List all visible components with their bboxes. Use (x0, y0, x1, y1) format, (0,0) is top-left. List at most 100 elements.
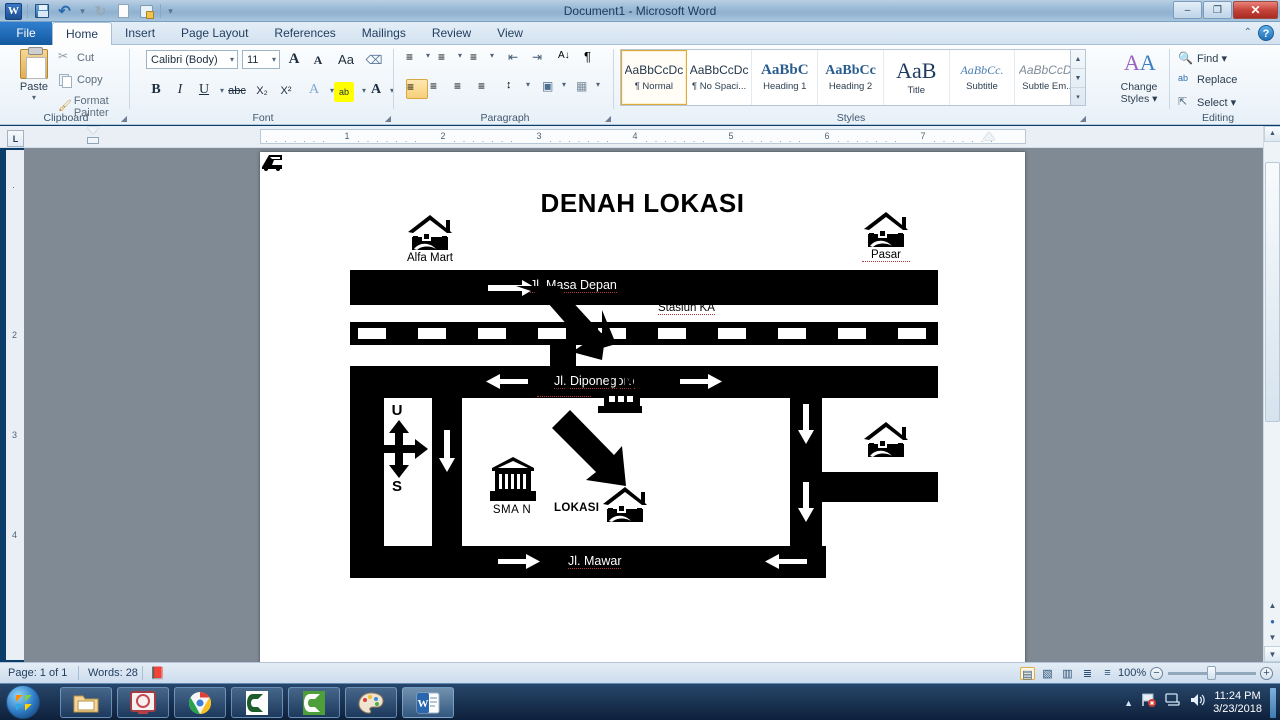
zoom-slider-knob[interactable] (1207, 666, 1216, 680)
zoom-out-button[interactable]: − (1150, 667, 1163, 680)
numbering-button[interactable]: ≡ (438, 50, 460, 70)
scroll-up-button[interactable]: ▲ (1264, 126, 1280, 142)
taskbar-google-chrome[interactable] (174, 687, 226, 718)
cut-button[interactable]: Cut (58, 49, 94, 65)
styles-dialog-launcher[interactable]: ◢ (1080, 114, 1086, 123)
select-browse-object-button[interactable]: ● (1264, 614, 1280, 630)
paste-button[interactable]: Paste ▾ (12, 47, 56, 102)
show-desktop-button[interactable] (1270, 687, 1276, 718)
italic-button[interactable]: I (170, 80, 190, 100)
clock[interactable]: 11:24 PM 3/23/2018 (1213, 690, 1262, 716)
proofing-errors-icon[interactable]: 📕 (150, 666, 165, 681)
clipboard-dialog-launcher[interactable]: ◢ (121, 114, 127, 123)
show-hidden-icons-button[interactable]: ▲ (1124, 698, 1133, 708)
draft-view-button[interactable]: ≡ (1100, 667, 1115, 680)
tab-mailings[interactable]: Mailings (349, 22, 419, 45)
line-spacing-dropdown-icon[interactable]: ▾ (526, 80, 535, 100)
help-icon[interactable]: ? (1258, 25, 1274, 41)
decrease-indent-button[interactable]: ⇤ (508, 50, 530, 70)
page-count-status[interactable]: Page: 1 of 1 (8, 666, 67, 681)
superscript-button[interactable]: X² (276, 81, 296, 101)
next-page-button[interactable]: ▼ (1264, 630, 1280, 646)
scroll-nav-buttons[interactable]: ▲ ● ▼ ▼ (1264, 598, 1280, 662)
styles-scroll-up-icon[interactable]: ▲ (1071, 50, 1085, 69)
document-page[interactable]: DENAH LOKASI Alfa Mart Pasar Jl. Masa De… (260, 152, 1025, 662)
copy-button[interactable]: Copy (58, 73, 103, 88)
horizontal-ruler[interactable]: 1 2 3 4 5 6 7 · · · · · · · · · · · · · … (0, 126, 1280, 148)
web-layout-view-button[interactable]: ▥ (1060, 667, 1075, 680)
taskbar-windows-explorer[interactable] (60, 687, 112, 718)
line-spacing-button[interactable]: ↕ (506, 79, 528, 99)
outline-view-button[interactable]: ≣ (1080, 667, 1095, 680)
justify-button[interactable]: ≡ (478, 79, 500, 99)
restore-button[interactable]: ❐ (1203, 1, 1232, 19)
style-heading-1[interactable]: AaBbC Heading 1 (752, 50, 819, 105)
taskbar-corel-app-1[interactable] (231, 687, 283, 718)
tab-page-layout[interactable]: Page Layout (168, 22, 261, 45)
font-size-input[interactable]: 11 ▾ (242, 50, 280, 69)
action-center-flag-icon[interactable] (1141, 692, 1157, 713)
full-screen-reading-view-button[interactable]: ▧ (1040, 667, 1055, 680)
select-button[interactable]: ⇱ Select ▾ (1178, 95, 1236, 109)
network-icon[interactable] (1165, 692, 1181, 713)
bold-button[interactable]: B (146, 80, 166, 100)
change-styles-button[interactable]: Change Styles ▾ (1108, 81, 1170, 105)
bullets-dropdown-icon[interactable]: ▾ (426, 51, 435, 71)
shading-dropdown-icon[interactable]: ▾ (562, 80, 571, 100)
taskbar-corel-app-2[interactable] (288, 687, 340, 718)
replace-button[interactable]: ab Replace (1178, 73, 1237, 87)
subscript-button[interactable]: X₂ (252, 81, 272, 101)
style-normal[interactable]: AaBbCcDc ¶ Normal (621, 50, 687, 105)
find-button[interactable]: 🔍 Find ▾ (1178, 51, 1227, 65)
borders-dropdown-icon[interactable]: ▾ (596, 80, 605, 100)
word-count-status[interactable]: Words: 28 (88, 666, 138, 681)
indent-markers[interactable] (84, 126, 99, 147)
shading-button[interactable]: ▣ (542, 79, 564, 99)
zoom-in-button[interactable]: + (1260, 667, 1273, 680)
show-formatting-marks-button[interactable]: ¶ (584, 49, 606, 69)
style-no-spacing[interactable]: AaBbCcDc ¶ No Spaci... (687, 50, 753, 105)
font-name-input[interactable]: Calibri (Body) ▾ (146, 50, 238, 69)
shrink-font-button[interactable]: A (308, 50, 328, 70)
strikethrough-button[interactable]: abc (227, 81, 247, 101)
taskbar-media-app[interactable] (117, 687, 169, 718)
taskbar-microsoft-word[interactable]: W (402, 687, 454, 718)
scroll-thumb[interactable] (1265, 162, 1280, 422)
volume-icon[interactable] (1189, 692, 1205, 713)
borders-button[interactable]: ▦ (576, 79, 598, 99)
ruler-track[interactable]: 1 2 3 4 5 6 7 · · · · · · · · · · · · · … (260, 129, 1026, 146)
tab-references[interactable]: References (261, 22, 348, 45)
styles-more-icon[interactable]: ▾ (1071, 88, 1085, 107)
numbering-dropdown-icon[interactable]: ▾ (458, 51, 467, 71)
text-highlight-button[interactable]: ab (334, 82, 354, 102)
increase-indent-button[interactable]: ⇥ (532, 50, 554, 70)
scroll-down-button[interactable]: ▼ (1264, 646, 1280, 662)
zoom-level-label[interactable]: 100% (1118, 666, 1146, 681)
grow-font-button[interactable]: A (284, 49, 304, 69)
chevron-down-icon[interactable]: ▾ (230, 51, 234, 69)
sort-button[interactable]: A↓ (558, 50, 580, 70)
align-left-button[interactable]: ≡ (406, 79, 428, 99)
style-subtitle[interactable]: AaBbCc. Subtitle (950, 50, 1016, 105)
document-canvas[interactable]: DENAH LOKASI Alfa Mart Pasar Jl. Masa De… (24, 148, 1264, 662)
close-button[interactable]: ✕ (1233, 1, 1278, 19)
bullets-button[interactable]: ≡ (406, 50, 428, 70)
multilevel-dropdown-icon[interactable]: ▾ (490, 51, 499, 71)
paragraph-dialog-launcher[interactable]: ◢ (605, 114, 611, 123)
style-heading-2[interactable]: AaBbCc Heading 2 (818, 50, 884, 105)
print-layout-view-button[interactable]: ▤ (1020, 667, 1035, 681)
clear-formatting-button[interactable]: ⌫ (364, 50, 384, 70)
text-effects-button[interactable]: A (304, 80, 324, 100)
vertical-scrollbar[interactable]: ▲ ▲ ● ▼ ▼ (1263, 126, 1280, 662)
align-center-button[interactable]: ≡ (430, 79, 452, 99)
style-title[interactable]: AaB Title (884, 50, 950, 105)
change-case-button[interactable]: Aa (336, 50, 356, 70)
underline-button[interactable]: U (194, 80, 214, 100)
tab-stop-selector[interactable]: L (7, 130, 24, 147)
chevron-down-icon[interactable]: ▾ (272, 51, 276, 69)
start-button[interactable] (6, 685, 40, 719)
tab-view[interactable]: View (484, 22, 536, 45)
tab-file[interactable]: File (0, 22, 52, 45)
align-right-button[interactable]: ≡ (454, 79, 476, 99)
minimize-button[interactable]: – (1173, 1, 1202, 19)
